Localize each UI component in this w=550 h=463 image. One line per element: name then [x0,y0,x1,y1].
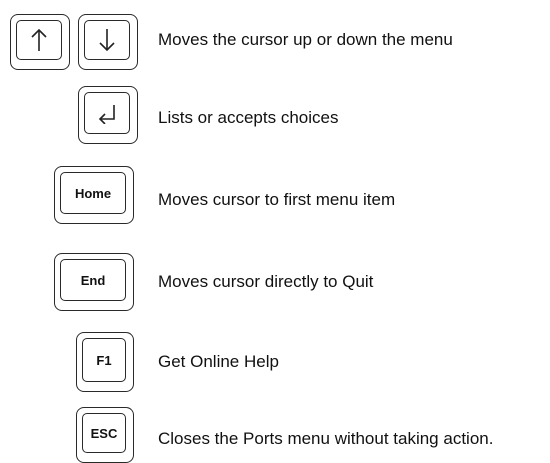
enter-arrow-icon [98,105,115,124]
esc-key-label: ESC [82,413,126,453]
home-key-label: Home [60,172,126,214]
up-arrow-key [10,14,70,70]
up-arrow-icon [31,28,47,51]
enter-key [78,86,138,144]
end-key: End [54,253,134,311]
esc-key: ESC [76,407,134,463]
f1-key-label: F1 [82,338,126,382]
row-description: Moves cursor to first menu item [158,190,396,209]
row-description: Moves cursor directly to Quit [158,272,374,291]
end-key-label: End [60,259,126,301]
row-description: Get Online Help [158,352,279,371]
home-key: Home [54,166,134,224]
row-description: Lists or accepts choices [158,108,339,127]
row-description: Moves the cursor up or down the menu [158,30,453,49]
down-arrow-icon [99,29,115,52]
f1-key: F1 [76,332,134,392]
row-description: Closes the Ports menu without taking act… [158,429,494,448]
down-arrow-key [78,14,138,70]
